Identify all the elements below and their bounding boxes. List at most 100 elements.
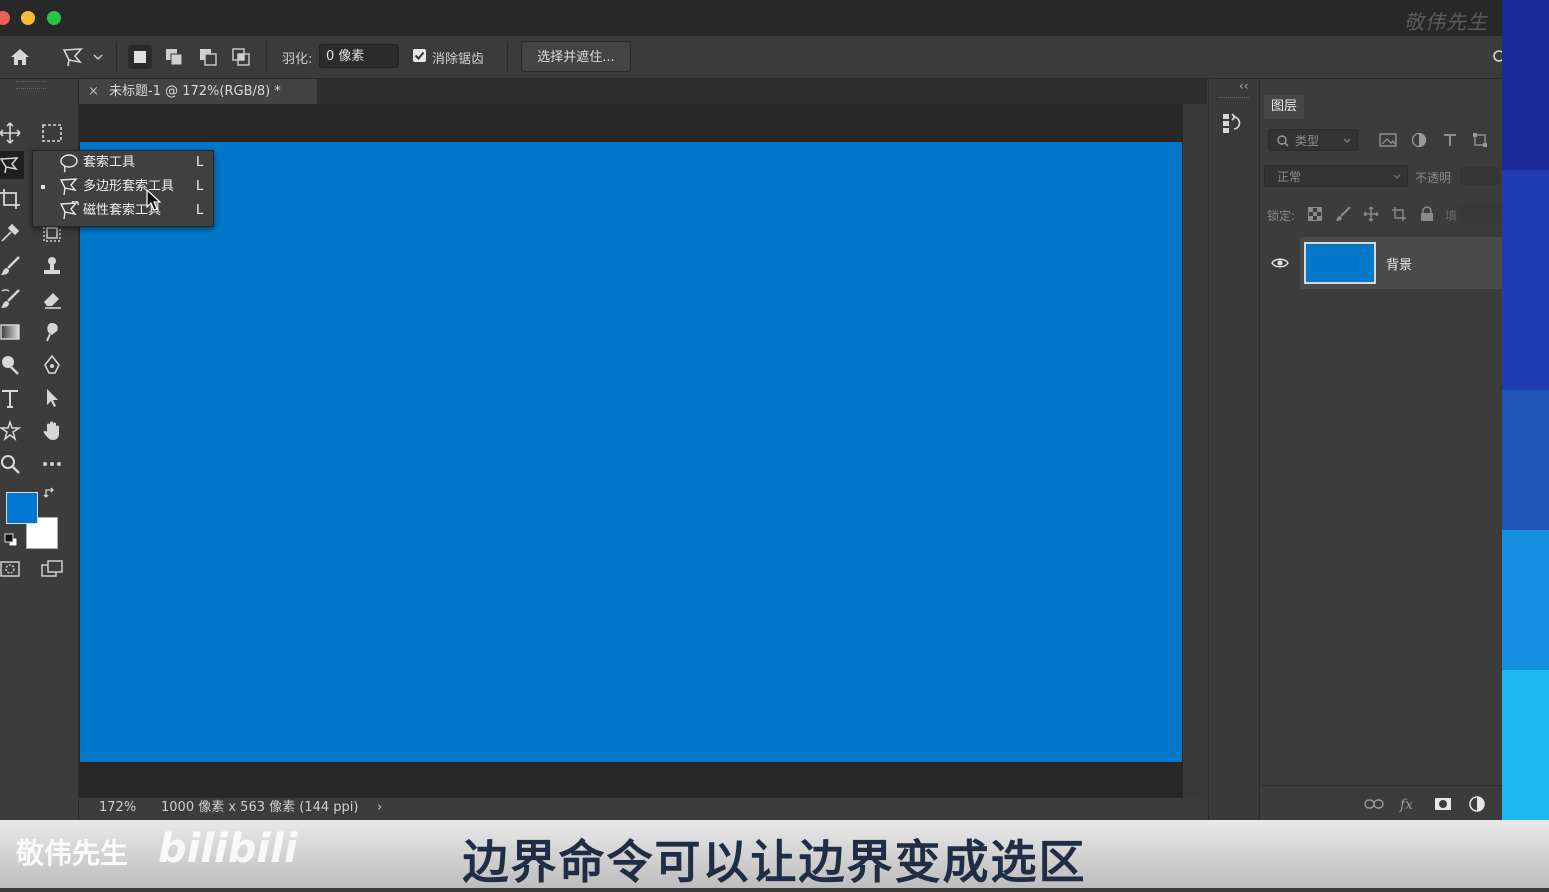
subtitle-text: 边界命令可以让边界变成选区 — [462, 835, 1087, 889]
lock-artboard-icon[interactable] — [1386, 201, 1412, 227]
close-tab-icon[interactable]: × — [88, 79, 99, 104]
marquee-tool-icon[interactable] — [38, 119, 66, 147]
history-panel-icon[interactable] — [1219, 109, 1247, 137]
add-to-selection-icon[interactable] — [162, 45, 186, 69]
close-window-button[interactable] — [0, 11, 10, 25]
layers-panel: 图层 类型 正常 不透明 锁定: 填 背景 fx — [1259, 79, 1503, 820]
status-bar: 172% 1000 像素 x 563 像素 (144 ppi) › — [79, 798, 1207, 820]
filter-shape-layers-icon[interactable] — [1466, 126, 1494, 154]
lock-position-icon[interactable] — [1358, 201, 1384, 227]
flyout-item-lasso[interactable]: 套索工具 L — [33, 151, 213, 175]
status-menu-arrow[interactable]: › — [377, 798, 382, 818]
type-tool-icon[interactable] — [0, 384, 24, 412]
path-selection-tool-icon[interactable] — [38, 384, 66, 412]
minimize-window-button[interactable] — [21, 11, 35, 25]
flyout-item-polygonal-lasso[interactable]: 多边形套索工具 L — [33, 175, 213, 199]
lasso-icon — [59, 153, 79, 173]
layers-panel-footer: fx — [1260, 785, 1503, 821]
layers-panel-header: 图层 — [1260, 91, 1503, 119]
polygonal-lasso-icon — [59, 177, 79, 197]
background-strip — [1502, 0, 1549, 820]
flyout-item-shortcut: L — [196, 155, 204, 170]
lock-all-icon[interactable] — [1414, 201, 1440, 227]
search-icon — [1277, 135, 1289, 147]
home-icon[interactable] — [8, 45, 32, 69]
search-icon[interactable] — [1490, 45, 1502, 69]
lock-transparent-pixels-icon[interactable] — [1302, 201, 1328, 227]
options-divider — [507, 42, 508, 72]
vertical-scrollbar[interactable] — [1183, 104, 1207, 798]
layer-filter-label: 类型 — [1295, 134, 1320, 148]
toolbar-grip[interactable] — [16, 81, 46, 89]
move-tool-icon[interactable] — [0, 119, 24, 147]
chevron-down-icon[interactable] — [90, 45, 106, 69]
chevron-down-icon — [1343, 138, 1351, 143]
eyedropper-tool-icon[interactable] — [0, 219, 24, 247]
adjustment-layer-icon[interactable] — [1463, 790, 1491, 818]
default-colors-icon[interactable] — [3, 532, 19, 548]
fill-label: 填 — [1445, 209, 1458, 223]
filter-type-layers-icon[interactable] — [1436, 126, 1464, 154]
layer-name: 背景 — [1386, 258, 1413, 273]
opacity-label: 不透明 — [1415, 171, 1452, 185]
antialias-checkbox[interactable] — [413, 49, 426, 62]
feather-input[interactable]: 0 像素 — [319, 44, 399, 68]
select-and-mask-button[interactable]: 选择并遮住... — [521, 41, 631, 72]
lasso-tools-flyout: 套索工具 L 多边形套索工具 L 磁性套索工具 L — [32, 150, 214, 227]
quick-mask-icon[interactable] — [0, 555, 24, 583]
history-brush-tool-icon[interactable] — [0, 285, 24, 313]
lasso-tool-icon[interactable] — [0, 151, 24, 179]
dodge-tool-icon[interactable] — [0, 351, 24, 379]
layer-thumbnail — [1304, 242, 1376, 284]
pen-tool-icon[interactable] — [38, 351, 66, 379]
new-selection-icon[interactable] — [128, 45, 152, 69]
canvas[interactable] — [80, 142, 1182, 762]
collapse-panels-icon[interactable]: ‹‹ — [1239, 79, 1249, 93]
dock-grip[interactable] — [1219, 97, 1249, 102]
zoom-tool-icon[interactable] — [0, 450, 24, 478]
opacity-input[interactable] — [1460, 167, 1500, 185]
blend-mode-select[interactable]: 正常 — [1264, 165, 1408, 187]
gradient-tool-icon[interactable] — [0, 318, 24, 346]
options-bar: 羽化: 0 像素 消除锯齿 选择并遮住... — [0, 36, 1502, 79]
layers-tab[interactable]: 图层 — [1264, 95, 1304, 119]
add-mask-icon[interactable] — [1429, 790, 1457, 818]
polygonal-lasso-icon[interactable] — [60, 45, 86, 69]
brush-tool-icon[interactable] — [0, 252, 24, 280]
options-divider — [266, 42, 267, 72]
subtract-from-selection-icon[interactable] — [196, 45, 220, 69]
eraser-tool-icon[interactable] — [38, 285, 66, 313]
more-tools-icon[interactable] — [38, 450, 66, 478]
eye-visibility-icon[interactable] — [1266, 249, 1294, 277]
layer-row-background[interactable]: 背景 — [1300, 237, 1503, 289]
foreground-color-swatch[interactable] — [6, 492, 38, 524]
fill-input[interactable] — [1460, 205, 1500, 223]
swap-colors-icon[interactable] — [42, 485, 58, 501]
document-tab[interactable]: × 未标题-1 @ 172%(RGB/8) * — [79, 79, 317, 104]
antialias-label: 消除锯齿 — [432, 52, 485, 67]
hand-tool-icon[interactable] — [38, 417, 66, 445]
fx-icon[interactable]: fx — [1394, 790, 1422, 818]
stamp-tool-icon[interactable] — [38, 252, 66, 280]
lock-label: 锁定: — [1267, 209, 1296, 223]
feather-label: 羽化: — [282, 52, 313, 67]
crop-tool-icon[interactable] — [0, 185, 24, 213]
filter-adjustment-layers-icon[interactable] — [1405, 126, 1433, 154]
filter-pixel-layers-icon[interactable] — [1374, 126, 1402, 154]
zoom-level[interactable]: 172% — [99, 798, 136, 818]
lock-image-pixels-icon[interactable] — [1330, 201, 1356, 227]
document-info: 1000 像素 x 563 像素 (144 ppi) — [161, 800, 359, 815]
blur-tool-icon[interactable] — [38, 318, 66, 346]
intersect-selection-icon[interactable] — [229, 45, 253, 69]
flyout-item-magnetic-lasso[interactable]: 磁性套索工具 L — [33, 199, 213, 223]
blend-mode-value: 正常 — [1277, 170, 1302, 184]
chevron-down-icon — [1393, 174, 1401, 179]
layer-filter-select[interactable]: 类型 — [1268, 129, 1358, 151]
document-tab-title: 未标题-1 @ 172%(RGB/8) * — [109, 84, 281, 99]
zoom-window-button[interactable] — [47, 11, 61, 25]
watermark-top: 敬伟先生 — [1404, 10, 1488, 34]
link-layers-icon[interactable] — [1360, 790, 1388, 818]
document-tab-bar: × 未标题-1 @ 172%(RGB/8) * — [79, 79, 1207, 104]
screen-mode-icon[interactable] — [38, 555, 66, 583]
custom-shape-tool-icon[interactable] — [0, 417, 24, 445]
